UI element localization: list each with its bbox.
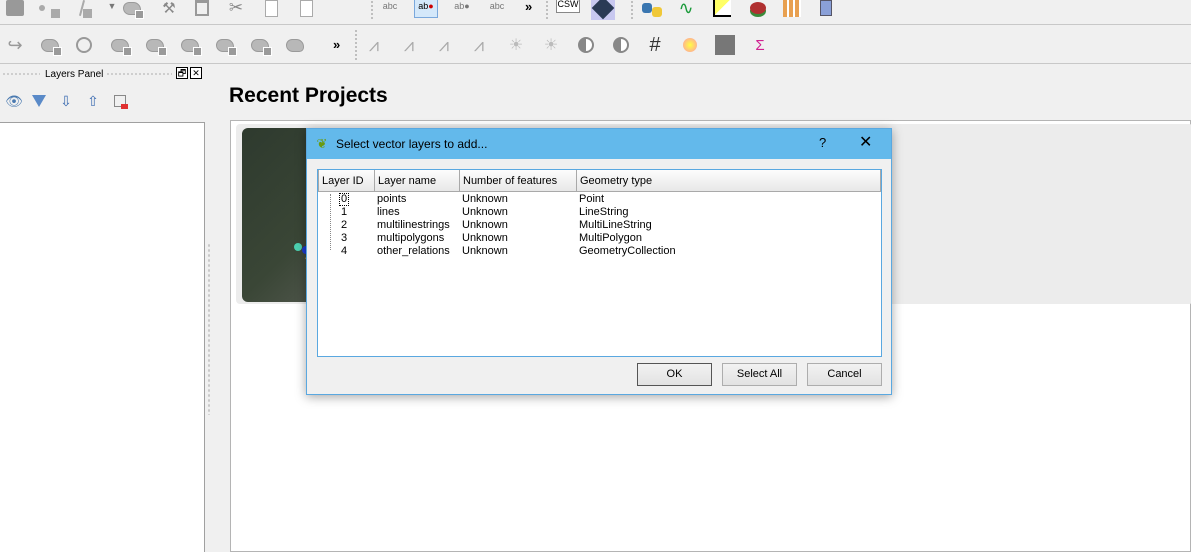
profile-icon[interactable] [710,0,734,20]
geometry-type: MultiPolygon [579,232,642,244]
table-row[interactable]: 3 multipolygons Unknown MultiPolygon [318,232,881,245]
column-header-layer-name[interactable]: Layer name [374,170,460,192]
grid-icon[interactable] [780,0,804,20]
feature-count: Unknown [462,245,508,257]
reshape-icon[interactable] [283,33,307,57]
layer-name: points [377,193,407,205]
table-row[interactable]: 1 lines Unknown LineString [318,206,881,219]
dialog-title-bar[interactable]: ❦ Select vector layers to add... ? ✕ [307,129,891,159]
contrast-down-icon[interactable] [609,33,633,57]
layer-name: multilinestrings [377,219,450,231]
qgis-logo-icon: ❦ [316,136,328,151]
expand-all-icon[interactable]: ⇩ [54,89,78,113]
panel-splitter[interactable] [207,243,211,415]
curve-icon[interactable]: ∿ [674,0,698,20]
layer-id: 1 [341,206,348,218]
layer-id: 0 [339,193,350,206]
delete-part-icon[interactable] [248,33,272,57]
select-vector-layers-dialog: ❦ Select vector layers to add... ? ✕ Lay… [306,128,892,395]
remove-layer-icon[interactable] [108,89,132,113]
layer-id: 4 [341,245,348,257]
geometry-type: Point [579,193,605,205]
copy-features-icon[interactable] [259,0,283,20]
layers-panel-title: Layers Panel [45,69,104,80]
ok-button[interactable]: OK [637,363,712,386]
cut-features-icon[interactable]: ✂ [224,0,248,20]
filter-icon[interactable] [27,89,51,113]
column-header-geometry-type[interactable]: Geometry type [576,170,881,192]
help-button[interactable]: ? [819,135,826,150]
feature-count: Unknown [462,193,508,205]
column-header-feature-count[interactable]: Number of features [459,170,577,192]
eye-icon[interactable]: 👁 [2,89,26,113]
contrast-up-icon[interactable] [574,33,598,57]
add-line-icon[interactable] [74,0,98,20]
add-point-icon[interactable] [37,0,61,20]
geometry-type: LineString [579,206,629,218]
recent-projects-title: Recent Projects [229,84,388,107]
add-part-icon[interactable] [143,33,167,57]
table-row[interactable]: 4 other_relations Unknown GeometryCollec… [318,245,881,258]
histogram-icon[interactable]: ⩘ [362,33,386,57]
table-row[interactable]: 0 points Unknown Point [318,193,881,206]
robot-icon[interactable] [814,0,838,20]
feature-count: Unknown [462,219,508,231]
pin-label-icon[interactable]: ab ● [414,0,438,18]
close-button[interactable]: ✕ [859,132,872,152]
delete-ring-icon[interactable] [213,33,237,57]
graticule-icon[interactable]: # [643,33,667,57]
add-ring-icon[interactable] [108,33,132,57]
layer-name: lines [377,206,400,218]
show-hide-labels-icon[interactable]: abc [485,0,509,18]
simplify-icon[interactable] [72,33,96,57]
advanced-digitizing-toolbar: ↪ » ⩘ ⩘ ⩘ ⩘ ☀ ☀ # Σ [0,25,1191,64]
layer-name: multipolygons [377,232,445,244]
rotate-feature-icon[interactable] [38,33,62,57]
layers-panel: Layers Panel 🗗 ✕ 👁 ⇩ ⇧ [0,64,206,552]
redo-icon[interactable]: ↪ [3,33,27,57]
float-panel-button[interactable]: 🗗 [176,67,188,79]
select-all-button[interactable]: Select All [722,363,797,386]
feature-count: Unknown [462,206,508,218]
plugin-icon[interactable] [746,0,770,20]
layer-name: other_relations [377,245,450,257]
toolbar-overflow-icon[interactable]: » [525,0,532,14]
layer-id: 3 [341,232,348,244]
layer-tree[interactable] [0,122,205,552]
layer-id: 2 [341,219,348,231]
table-row[interactable]: 2 multilinestrings Unknown MultiLineStri… [318,219,881,232]
raster-points-icon[interactable] [713,33,737,57]
save-edits-icon[interactable] [3,0,27,20]
table-header: Layer ID Layer name Number of features G… [318,170,881,192]
change-label-icon[interactable]: ab● [450,0,474,18]
brightness-down-icon[interactable]: ☀ [539,33,563,57]
dialog-title: Select vector layers to add... [336,137,488,151]
vertex-tool-icon[interactable]: ⚒ [157,0,181,20]
fill-ring-icon[interactable] [178,33,202,57]
stretch-icon[interactable]: ⩘ [397,33,421,57]
csw-icon[interactable]: CSW [556,0,580,13]
paste-features-icon[interactable] [294,0,318,20]
stretch2-icon[interactable]: ⩘ [467,33,491,57]
label-icon[interactable]: abc [378,0,402,18]
column-header-layer-id[interactable]: Layer ID [318,170,375,192]
zonal-stats-icon[interactable]: Σ [748,33,772,57]
close-panel-button[interactable]: ✕ [190,67,202,79]
toolbar-overflow-icon[interactable]: » [333,37,340,52]
feature-count: Unknown [462,232,508,244]
layers-table[interactable]: Layer ID Layer name Number of features G… [317,169,882,357]
python-icon[interactable] [640,0,664,20]
brightness-up-icon[interactable]: ☀ [504,33,528,57]
geometry-type: GeometryCollection [579,245,676,257]
heatmap-icon[interactable] [678,33,702,57]
delete-selected-icon[interactable] [190,0,214,20]
collapse-all-icon[interactable]: ⇧ [81,89,105,113]
cancel-button[interactable]: Cancel [807,363,882,386]
histogram2-icon[interactable]: ⩘ [432,33,456,57]
add-polygon-icon[interactable] [120,0,144,20]
geometry-type: MultiLineString [579,219,652,231]
map-tile-icon[interactable] [591,0,615,20]
digitizing-toolbar: ▼ ⚒ ✂ abc ab ● ab● abc » CSW ∿ [0,0,1191,25]
